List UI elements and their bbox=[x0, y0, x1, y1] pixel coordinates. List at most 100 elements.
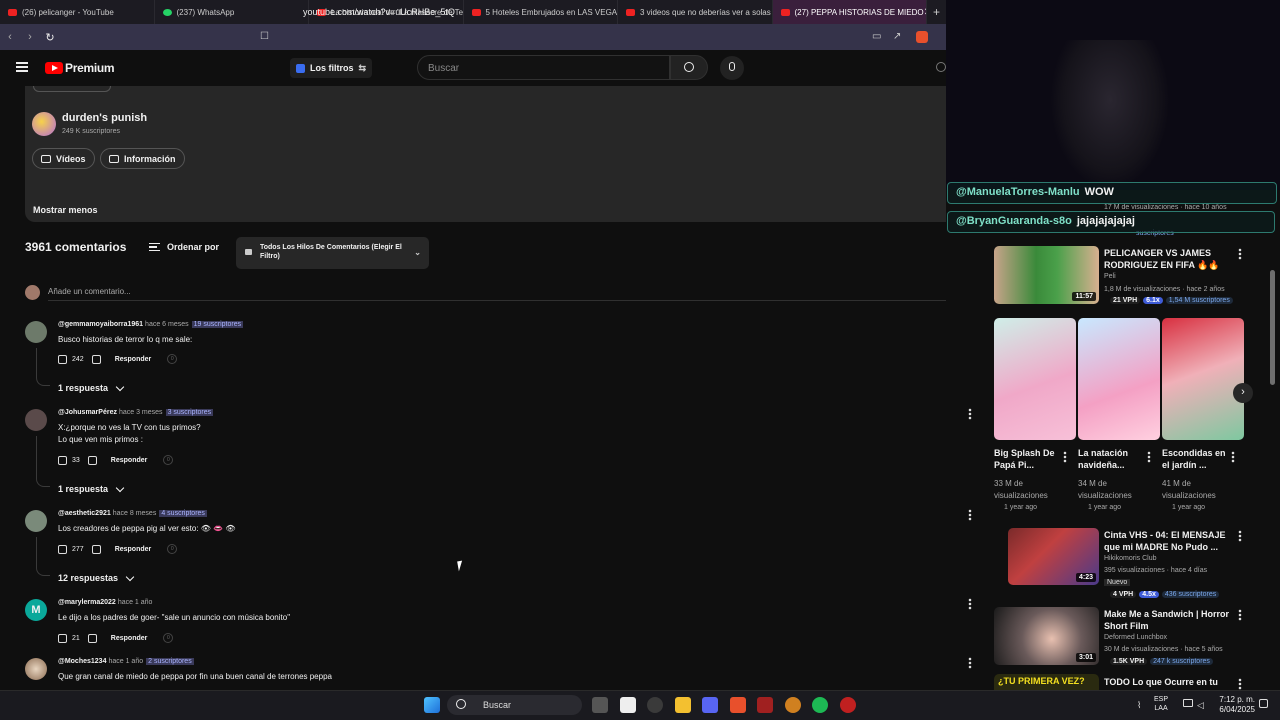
comment-author[interactable]: @aesthetic2921 bbox=[58, 510, 111, 517]
url-field[interactable]: youtube.com/watch?v=uUcRHBe_5tQ bbox=[303, 7, 455, 17]
share-icon[interactable]: ↗ bbox=[893, 31, 901, 42]
like-icon[interactable] bbox=[58, 354, 67, 364]
reply-button[interactable]: Responder bbox=[111, 635, 148, 642]
short-thumbnail[interactable] bbox=[1078, 318, 1160, 440]
reply-button[interactable]: Responder bbox=[111, 457, 148, 464]
video-thumbnail[interactable]: 11:57 bbox=[994, 246, 1099, 304]
short-thumbnail[interactable] bbox=[994, 318, 1076, 440]
short-title[interactable]: Escondidas en el jardín ... bbox=[1162, 447, 1226, 471]
chrome-icon[interactable] bbox=[647, 697, 663, 713]
volume-icon[interactable]: ◁ bbox=[1197, 700, 1204, 711]
video-thumbnail[interactable]: 3:01 bbox=[994, 607, 1099, 665]
discord-icon[interactable] bbox=[702, 697, 718, 713]
add-comment-input[interactable]: Añade un comentario... bbox=[48, 287, 131, 296]
reply-button[interactable]: Responder bbox=[115, 356, 152, 363]
avatar[interactable] bbox=[25, 510, 47, 532]
more-options-icon[interactable] bbox=[1238, 248, 1242, 260]
channel-name[interactable]: Hikikomoris Club bbox=[1104, 555, 1157, 562]
like-icon[interactable] bbox=[58, 633, 67, 643]
dislike-icon[interactable] bbox=[91, 544, 101, 554]
browser-tab[interactable]: (237) WhatsApp bbox=[155, 0, 309, 24]
system-clock[interactable]: 7:12 p. m. 6/04/2025 bbox=[1210, 695, 1255, 715]
notion-icon[interactable] bbox=[620, 697, 636, 713]
video-thumbnail[interactable]: 4:23 bbox=[1008, 528, 1099, 585]
comment-time[interactable]: hace 1 año bbox=[108, 658, 143, 665]
task-view-icon[interactable] bbox=[592, 697, 608, 713]
create-icon[interactable] bbox=[936, 62, 946, 72]
brave-shield-icon[interactable] bbox=[916, 31, 928, 43]
microphone-icon[interactable]: ⌇ bbox=[1137, 700, 1141, 711]
more-options-icon[interactable] bbox=[968, 509, 972, 521]
more-options-icon[interactable] bbox=[968, 598, 972, 610]
video-title[interactable]: Make Me a Sandwich | Horror Short Film bbox=[1104, 608, 1234, 632]
comment-author[interactable]: @Moches1234 bbox=[58, 658, 106, 665]
browser-tab-active[interactable]: (27) PEPPA HISTORIAS DE MIEDO✕ bbox=[772, 0, 927, 24]
app-icon[interactable] bbox=[757, 697, 773, 713]
avatar[interactable]: M bbox=[25, 599, 47, 621]
app-icon[interactable] bbox=[840, 697, 856, 713]
thread-filter-select[interactable]: Todos Los Hilos De Comentarios (Elegir E… bbox=[236, 237, 429, 269]
avatar[interactable] bbox=[25, 409, 47, 431]
reply-button[interactable]: Responder bbox=[115, 546, 152, 553]
forward-icon[interactable]: › bbox=[20, 31, 40, 43]
taskbar-search[interactable]: Buscar bbox=[447, 695, 582, 715]
sort-by-button[interactable]: Ordenar por bbox=[149, 242, 219, 252]
comment-time[interactable]: hace 6 meses bbox=[145, 321, 189, 328]
windows-start-icon[interactable] bbox=[424, 697, 440, 713]
search-button[interactable] bbox=[670, 55, 708, 80]
show-replies-button[interactable]: 1 respuesta bbox=[58, 382, 125, 393]
scrollbar[interactable] bbox=[1270, 270, 1275, 385]
dislike-icon[interactable] bbox=[91, 354, 101, 364]
comment-time[interactable]: hace 8 meses bbox=[113, 510, 157, 517]
comment-author[interactable]: @gemmamoyaiborra1961 bbox=[58, 321, 143, 328]
dislike-icon[interactable] bbox=[87, 633, 97, 643]
more-options-icon[interactable] bbox=[1238, 530, 1242, 542]
file-explorer-icon[interactable] bbox=[675, 697, 691, 713]
channel-name[interactable]: Peli bbox=[1104, 273, 1116, 280]
back-icon[interactable]: ‹ bbox=[0, 31, 20, 43]
avatar[interactable] bbox=[25, 321, 47, 343]
avatar[interactable] bbox=[25, 658, 47, 680]
more-options-icon[interactable] bbox=[1063, 451, 1067, 463]
more-options-icon[interactable] bbox=[1231, 451, 1235, 463]
about-button[interactable]: Información bbox=[100, 148, 185, 169]
browser-tab[interactable]: 5 Hoteles Embrujados en LAS VEGAS bbox=[464, 0, 618, 24]
show-less-button[interactable]: Mostrar menos bbox=[33, 205, 98, 215]
browser-tab[interactable]: 3 videos que no deberías ver a solas bbox=[618, 0, 773, 24]
show-replies-button[interactable]: 12 respuestas bbox=[58, 572, 135, 583]
channel-name[interactable]: Deformed Lunchbox bbox=[1104, 634, 1167, 641]
videos-button[interactable]: Vídeos bbox=[32, 148, 95, 169]
language-indicator[interactable]: ESP LAA bbox=[1154, 695, 1168, 713]
video-title[interactable]: Cinta VHS - 04: El MENSAJE que mi MADRE … bbox=[1104, 529, 1229, 553]
short-title[interactable]: La natación navideña... bbox=[1078, 447, 1142, 471]
reload-icon[interactable]: ↻ bbox=[40, 31, 60, 44]
more-options-icon[interactable] bbox=[968, 657, 972, 669]
comment-time[interactable]: hace 3 meses bbox=[119, 409, 163, 416]
obs-icon[interactable] bbox=[785, 697, 801, 713]
chevron-right-icon[interactable]: › bbox=[1233, 383, 1253, 403]
notification-icon[interactable] bbox=[1259, 699, 1268, 708]
short-title[interactable]: Big Splash De Papá Pi... bbox=[994, 447, 1058, 471]
like-icon[interactable] bbox=[58, 544, 67, 554]
search-input[interactable]: Buscar bbox=[417, 55, 670, 80]
browser-tab[interactable]: (26) pelicanger - YouTube bbox=[0, 0, 155, 24]
spotify-icon[interactable] bbox=[812, 697, 828, 713]
network-icon[interactable] bbox=[1183, 699, 1193, 707]
more-options-icon[interactable] bbox=[1147, 451, 1151, 463]
video-title[interactable]: PELICANGER VS JAMES RODRIGUEZ EN FIFA 🔥🔥 bbox=[1104, 247, 1229, 271]
video-title[interactable]: TODO Lo que Ocurre en tu bbox=[1104, 676, 1234, 688]
show-replies-button[interactable]: 1 respuesta bbox=[58, 483, 125, 494]
comment-time[interactable]: hace 1 año bbox=[118, 599, 153, 606]
menu-icon[interactable] bbox=[16, 62, 28, 72]
brave-icon[interactable] bbox=[730, 697, 746, 713]
channel-name[interactable]: durden's punish bbox=[62, 112, 147, 124]
bookmark-icon[interactable]: ☐ bbox=[260, 31, 269, 42]
short-thumbnail[interactable] bbox=[1162, 318, 1244, 440]
more-options-icon[interactable] bbox=[1238, 609, 1242, 621]
like-icon[interactable] bbox=[58, 455, 67, 465]
dislike-icon[interactable] bbox=[87, 455, 97, 465]
youtube-logo-icon[interactable] bbox=[45, 62, 63, 74]
more-options-icon[interactable] bbox=[968, 408, 972, 420]
new-tab-button[interactable]: + bbox=[927, 5, 946, 19]
channel-avatar[interactable] bbox=[32, 112, 56, 136]
